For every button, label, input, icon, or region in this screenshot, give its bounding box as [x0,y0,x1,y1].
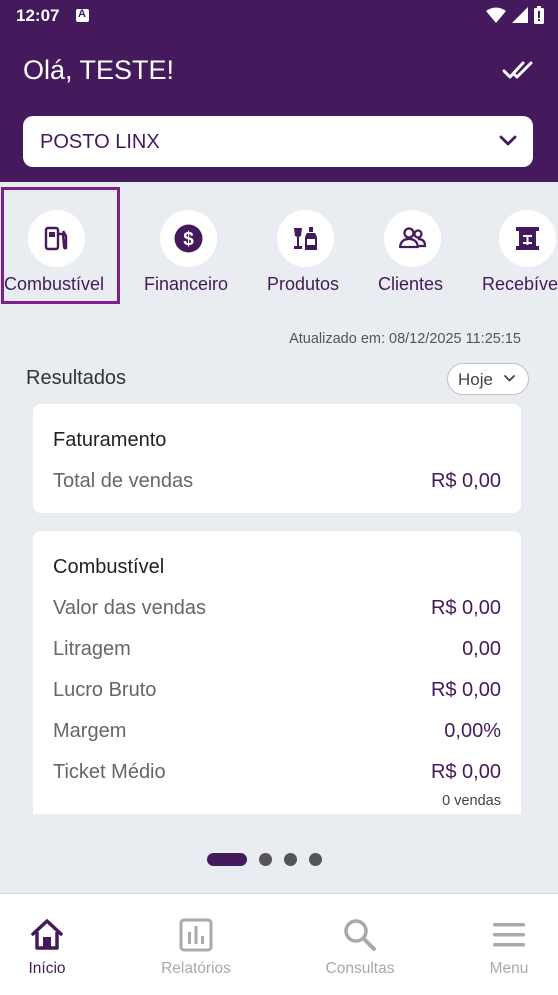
products-icon [294,227,317,250]
category-label: Financeiro [144,274,229,294]
category-circle [28,210,85,267]
svg-text:$: $ [183,229,194,250]
nav-label: Consultas [325,960,395,977]
row-label: Total de vendas [53,470,194,492]
row-label: Lucro Bruto [53,679,157,701]
page-dot-active[interactable] [207,853,247,866]
row-value: R$ 0,00 [430,761,501,783]
row-value: 0,00% [444,720,501,742]
updated-timestamp: Atualizado em: 08/12/2025 11:25:15 [289,331,521,347]
row-label: Margem [53,720,127,742]
signal-icon [512,7,528,23]
page-dot[interactable] [309,853,322,866]
station-select[interactable]: POSTO LINX [23,116,533,167]
page-dot[interactable] [284,853,297,866]
category-financeiro[interactable]: $ Financeiro [130,190,248,300]
category-circle [499,210,556,267]
nav-label: Menu [489,960,529,977]
category-combustivel[interactable]: Combustível [0,190,118,300]
category-label: Produtos [267,274,340,294]
nav-relatorios[interactable]: Relatórios [141,894,251,995]
nav-inicio[interactable]: Início [0,894,102,995]
category-label: Clientes [378,274,444,294]
clients-icon [398,227,427,249]
dollar-icon: $ [174,224,203,253]
category-circle [384,210,441,267]
row-label: Litragem [53,638,131,660]
nav-label: Relatórios [161,960,231,977]
row-label: Valor das vendas [53,597,207,619]
category-circle [277,210,334,267]
status-bar: 12:07 [0,0,558,32]
row-value: R$ 0,00 [430,470,501,492]
status-icons [486,6,544,24]
greeting-title: Olá, TESTE! [23,55,175,85]
row-label: Ticket Médio [53,761,166,783]
results-title: Resultados [26,367,127,389]
nav-menu[interactable]: Menu [454,894,558,995]
reports-icon [179,918,213,952]
nav-consultas[interactable]: Consultas [305,894,415,995]
category-label: Combustível [4,274,105,294]
bottom-nav: Início Relatórios Consultas Menu [0,893,558,995]
category-label: Recebíve [482,274,558,294]
category-circle: $ [160,210,217,267]
home-icon [31,919,63,950]
double-check-icon[interactable] [502,58,534,82]
row-value: R$ 0,00 [430,679,501,701]
chevron-down-icon [504,375,515,382]
chevron-down-icon [499,135,517,146]
station-name: POSTO LINX [40,131,160,153]
page-dot[interactable] [259,853,272,866]
category-produtos[interactable]: Produtos [255,190,365,300]
wifi-icon [486,7,506,23]
status-time: 12:07 [16,6,60,25]
row-value: 0,00 [462,638,501,660]
card-faturamento: Faturamento Total de vendas R$ 0,00 [33,404,521,513]
nav-label: Início [28,960,66,977]
fuel-pump-icon [44,226,68,251]
period-select[interactable]: Hoje [447,363,529,395]
sales-count: 0 vendas [442,793,501,809]
app-header: 12:07 Olá, TESTE! POSTO LINX [0,0,558,182]
notification-icon [76,8,89,22]
row-value: R$ 0,00 [430,597,501,619]
card-combustivel: Combustível Valor das vendas R$ 0,00 Lit… [33,531,521,814]
category-recebiveis[interactable]: Recebíve [476,190,558,300]
card-title: Faturamento [53,429,167,451]
receivables-icon [516,227,539,250]
battery-icon [534,6,544,24]
card-title: Combustível [53,556,165,578]
period-label: Hoje [458,370,493,389]
search-icon [344,919,376,951]
menu-icon [493,923,525,947]
page-indicator [0,853,558,867]
category-clientes[interactable]: Clientes [370,190,456,300]
